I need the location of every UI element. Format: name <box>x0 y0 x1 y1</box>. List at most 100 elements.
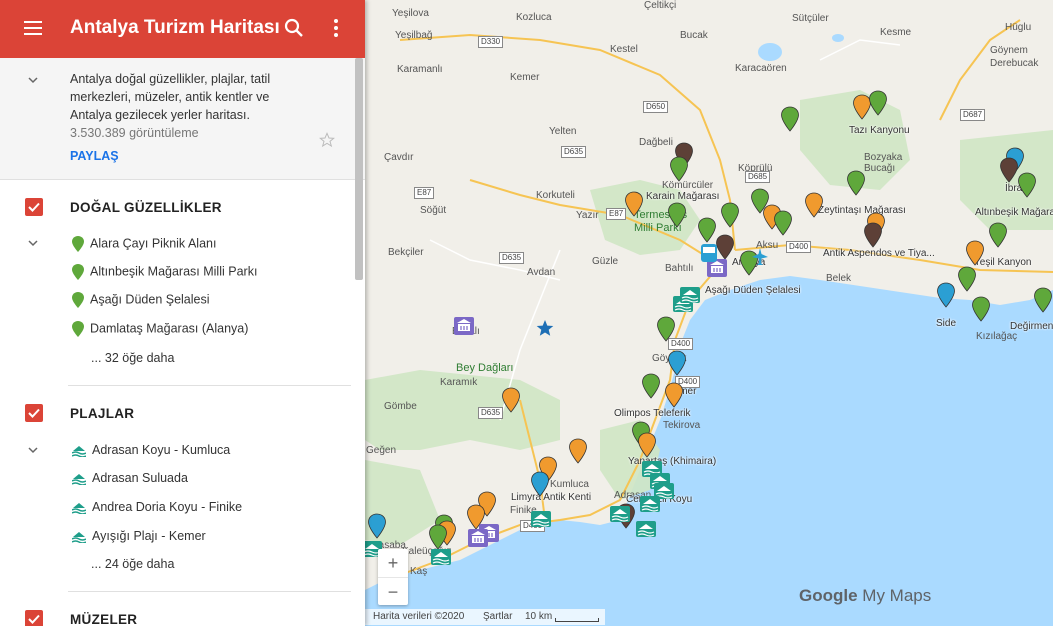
bus-station-icon[interactable] <box>700 243 718 263</box>
orange-map-marker[interactable] <box>664 382 684 408</box>
map-label: Yelten <box>549 126 577 137</box>
search-icon[interactable] <box>282 16 306 40</box>
brown-map-marker[interactable] <box>715 234 735 260</box>
description-text: Antalya doğal güzellikler, plajlar, tati… <box>70 72 271 122</box>
chevron-down-icon[interactable] <box>28 238 38 248</box>
green-map-marker[interactable] <box>641 373 661 399</box>
item-label: Alara Çayı Piknik Alanı <box>90 236 217 251</box>
star-icon[interactable] <box>319 132 335 148</box>
map-label: Kesme <box>880 27 912 38</box>
beach-icon <box>72 531 86 543</box>
check-icon <box>28 408 40 418</box>
panel-scrollbar[interactable] <box>355 58 363 280</box>
green-map-marker[interactable] <box>868 90 888 116</box>
green-map-marker[interactable] <box>1017 172 1037 198</box>
list-item[interactable]: Aşağı Düden Şelalesi <box>72 292 210 308</box>
orange-map-marker[interactable] <box>501 387 521 413</box>
green-marker-icon <box>72 292 84 308</box>
blue-map-marker[interactable] <box>667 350 687 376</box>
layer-checkbox[interactable] <box>25 404 43 422</box>
green-map-marker[interactable] <box>780 106 800 132</box>
blue-map-marker[interactable] <box>367 513 387 539</box>
list-item[interactable]: Ayışığı Plajı - Kemer <box>72 529 206 543</box>
brown-map-marker[interactable] <box>863 222 883 248</box>
map-label: Korkuteli <box>536 190 575 201</box>
green-map-marker[interactable] <box>1033 287 1053 313</box>
map-label: Güzle <box>592 256 619 267</box>
map-label: Yeşilova <box>392 8 429 19</box>
map-label: Bucak <box>680 30 708 41</box>
green-map-marker[interactable] <box>669 156 689 182</box>
beach-marker-icon[interactable] <box>679 286 701 304</box>
list-item[interactable]: Altınbeşik Mağarası Milli Parkı <box>72 264 257 280</box>
orange-map-marker[interactable] <box>624 191 644 217</box>
zoom-in-button[interactable]: + <box>378 549 408 577</box>
layer-checkbox[interactable] <box>25 610 43 626</box>
orange-map-marker[interactable] <box>637 432 657 458</box>
blue-map-marker[interactable] <box>936 282 956 308</box>
brown-map-marker[interactable] <box>999 157 1019 183</box>
chevron-down-icon[interactable] <box>28 75 38 85</box>
more-items-link[interactable]: ... 24 öğe daha <box>91 557 174 571</box>
scale-bar <box>555 618 599 622</box>
green-map-marker[interactable] <box>697 217 717 243</box>
chevron-down-icon[interactable] <box>28 445 38 455</box>
check-icon <box>28 614 40 624</box>
beach-marker-icon[interactable] <box>609 505 631 523</box>
beach-marker-icon[interactable] <box>430 548 452 566</box>
map-label: Bey Dağları <box>456 362 514 374</box>
green-map-marker[interactable] <box>656 316 676 342</box>
map-label: Bahtılı <box>665 263 694 274</box>
orange-map-marker[interactable] <box>965 240 985 266</box>
more-items-link[interactable]: ... 32 öğe daha <box>91 351 174 365</box>
more-vert-icon[interactable] <box>324 16 348 40</box>
green-marker-icon <box>72 321 84 337</box>
beach-marker-icon[interactable] <box>530 510 552 528</box>
blue-map-marker[interactable] <box>530 471 550 497</box>
beach-icon <box>72 502 86 514</box>
divider <box>68 591 351 592</box>
road-shield: D635 <box>561 146 587 158</box>
map-label: Sütçüler <box>792 13 829 24</box>
orange-map-marker[interactable] <box>568 438 588 464</box>
map-label: Geğen <box>366 445 397 456</box>
green-map-marker[interactable] <box>988 222 1008 248</box>
list-item[interactable]: Andrea Doria Koyu - Finike <box>72 500 242 514</box>
map-label: Kozluca <box>516 12 552 23</box>
green-map-marker[interactable] <box>971 296 991 322</box>
road-shield: D330 <box>478 36 504 48</box>
museum-marker-icon[interactable] <box>467 528 489 548</box>
green-map-marker[interactable] <box>720 202 740 228</box>
layer-title: MÜZELER <box>70 612 138 626</box>
scale-label[interactable]: 10 km <box>525 611 552 622</box>
share-button[interactable]: PAYLAŞ <box>70 149 119 163</box>
green-map-marker[interactable] <box>667 202 687 228</box>
orange-map-marker[interactable] <box>804 192 824 218</box>
beach-marker-icon[interactable] <box>639 495 661 513</box>
green-map-marker[interactable] <box>428 524 448 550</box>
map-label: Söğüt <box>420 205 447 216</box>
green-map-marker[interactable] <box>957 266 977 292</box>
hamburger-menu-icon[interactable] <box>24 21 42 35</box>
beach-marker-icon[interactable] <box>635 520 657 538</box>
layer-natural: DOĞAL GÜZELLİKLER <box>0 198 365 218</box>
green-map-marker[interactable] <box>773 210 793 236</box>
layer-title: DOĞAL GÜZELLİKLER <box>70 200 222 215</box>
zoom-out-button[interactable]: − <box>378 577 408 606</box>
check-icon <box>28 202 40 212</box>
layer-checkbox[interactable] <box>25 198 43 216</box>
airport-icon[interactable] <box>750 247 770 267</box>
map-label: Karamanlı <box>397 64 443 75</box>
list-item[interactable]: Adrasan Koyu - Kumluca <box>72 443 230 457</box>
map-label: Tazı Kanyonu <box>849 125 910 136</box>
map-label: Belek <box>826 273 852 284</box>
museum-marker-icon[interactable] <box>453 316 475 336</box>
map-data-credit[interactable]: Harita verileri ©2020 <box>373 611 464 622</box>
list-item[interactable]: Adrasan Suluada <box>72 471 188 485</box>
terms-link[interactable]: Şartlar <box>483 611 512 622</box>
zoom-control: + − <box>378 549 408 605</box>
list-item[interactable]: Damlataş Mağarası (Alanya) <box>72 321 248 337</box>
list-item[interactable]: Alara Çayı Piknik Alanı <box>72 236 216 252</box>
green-map-marker[interactable] <box>846 170 866 196</box>
star-marker-icon[interactable] <box>536 319 554 337</box>
